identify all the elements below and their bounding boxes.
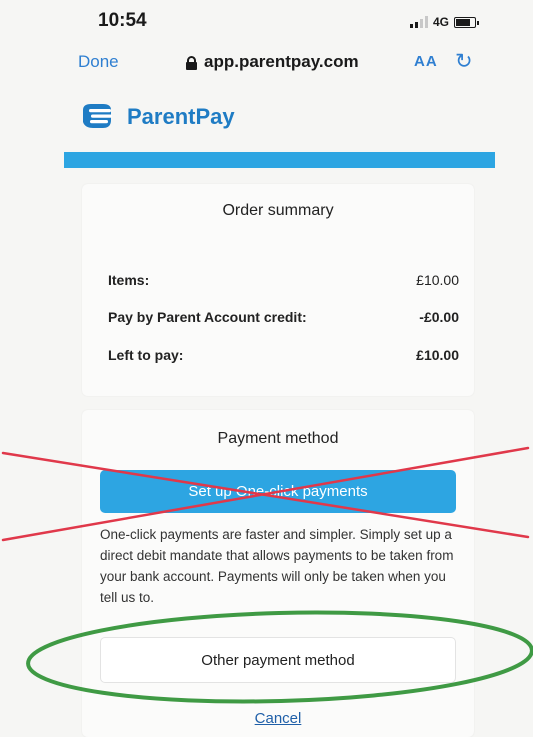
parentpay-logo-icon — [83, 104, 112, 128]
lock-icon — [186, 55, 197, 70]
signal-icon — [410, 16, 428, 28]
address-bar[interactable]: app.parentpay.com — [186, 52, 359, 72]
url-text: app.parentpay.com — [204, 52, 359, 71]
battery-icon — [454, 16, 480, 28]
items-value: £10.00 — [416, 272, 459, 288]
header-band — [64, 152, 495, 168]
status-time: 10:54 — [98, 10, 147, 31]
reload-icon[interactable]: ↻ — [455, 49, 473, 74]
left-to-pay-label: Left to pay: — [108, 347, 184, 363]
text-size-button[interactable]: AA — [414, 53, 438, 70]
cancel-link[interactable]: Cancel — [82, 710, 474, 727]
items-label: Items: — [108, 272, 150, 288]
left-to-pay-value: £10.00 — [416, 347, 459, 363]
payment-method-title: Payment method — [217, 430, 339, 447]
account-credit-value: -£0.00 — [419, 309, 459, 325]
status-indicators: 4G — [410, 13, 490, 31]
order-summary-title: Order summary — [222, 202, 334, 219]
one-click-payments-button[interactable]: Set up One-click payments — [100, 470, 456, 513]
network-type: 4G — [433, 15, 450, 29]
done-button[interactable]: Done — [78, 52, 119, 72]
brand-name: ParentPay — [127, 104, 235, 129]
other-payment-method-button[interactable]: Other payment method — [100, 637, 456, 683]
one-click-description: One-click payments are faster and simple… — [100, 527, 454, 605]
account-credit-label: Pay by Parent Account credit: — [108, 309, 307, 325]
